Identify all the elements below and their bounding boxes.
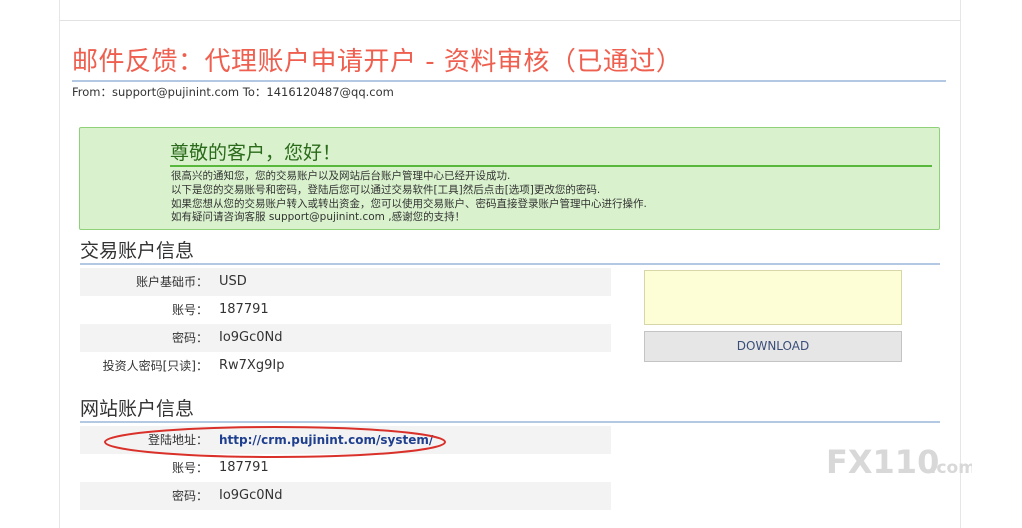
notice-line: 如有疑问请咨询客服 support@pujinint.com ,感谢您的支持！ — [171, 211, 466, 224]
notice-divider — [170, 165, 932, 167]
row-label: 密码： — [171, 489, 208, 503]
highlight-ellipse — [104, 426, 446, 458]
trading-section-title: 交易账户信息 — [80, 240, 195, 262]
watermark-suffix: .com — [930, 458, 972, 478]
email-title: 邮件反馈：代理账户申请开户 - 资料审核（已通过） — [72, 47, 683, 77]
from-to-line: From：support@pujinint.com To：1416120487@… — [72, 85, 394, 99]
row-label: 账号： — [171, 303, 208, 317]
row-value: USD — [219, 274, 247, 289]
row-label: 账户基础币： — [135, 275, 208, 289]
row-value: Rw7Xg9Ip — [219, 358, 285, 373]
notice-line: 以下是您的交易账号和密码，登陆后您可以通过交易软件[工具]然后点击[选项]更改您… — [171, 183, 601, 196]
info-row: 账号： 187791 — [80, 296, 611, 324]
notice-line: 很高兴的通知您，您的交易账户以及网站后台账户管理中心已经开设成功. — [171, 170, 511, 182]
info-row: 密码： Io9Gc0Nd — [80, 482, 611, 510]
row-value: 187791 — [219, 302, 269, 317]
trading-section-divider — [80, 263, 940, 265]
fx110-watermark-logo: FX110 .com — [826, 443, 972, 479]
row-label: 密码： — [171, 331, 208, 345]
info-row: 密码： Io9Gc0Nd — [80, 324, 611, 352]
row-value: Io9Gc0Nd — [219, 330, 283, 345]
notice-box: 尊敬的客户，您好！ 很高兴的通知您，您的交易账户以及网站后台账户管理中心已经开设… — [79, 127, 940, 230]
info-row: 账户基础币： USD — [80, 268, 611, 296]
download-button[interactable]: DOWNLOAD — [644, 331, 902, 362]
notice-greeting: 尊敬的客户，您好！ — [170, 142, 342, 164]
title-divider — [72, 80, 946, 82]
info-row: 投资人密码[只读]： Rw7Xg9Ip — [80, 352, 611, 380]
row-value: Io9Gc0Nd — [219, 488, 283, 503]
website-section-title: 网站账户信息 — [80, 398, 195, 420]
watermark-brand: FX110 — [826, 443, 939, 479]
notice-body: 很高兴的通知您，您的交易账户以及网站后台账户管理中心已经开设成功. 以下是您的交… — [171, 170, 647, 225]
notice-line: 如果您想从您的交易账户转入或转出资金，您可以使用交易账户、密码直接登录账户管理中… — [171, 197, 647, 210]
row-label: 投资人密码[只读]： — [102, 359, 208, 373]
top-divider — [59, 20, 961, 21]
download-info-box — [644, 270, 902, 325]
website-section-divider — [80, 421, 940, 423]
